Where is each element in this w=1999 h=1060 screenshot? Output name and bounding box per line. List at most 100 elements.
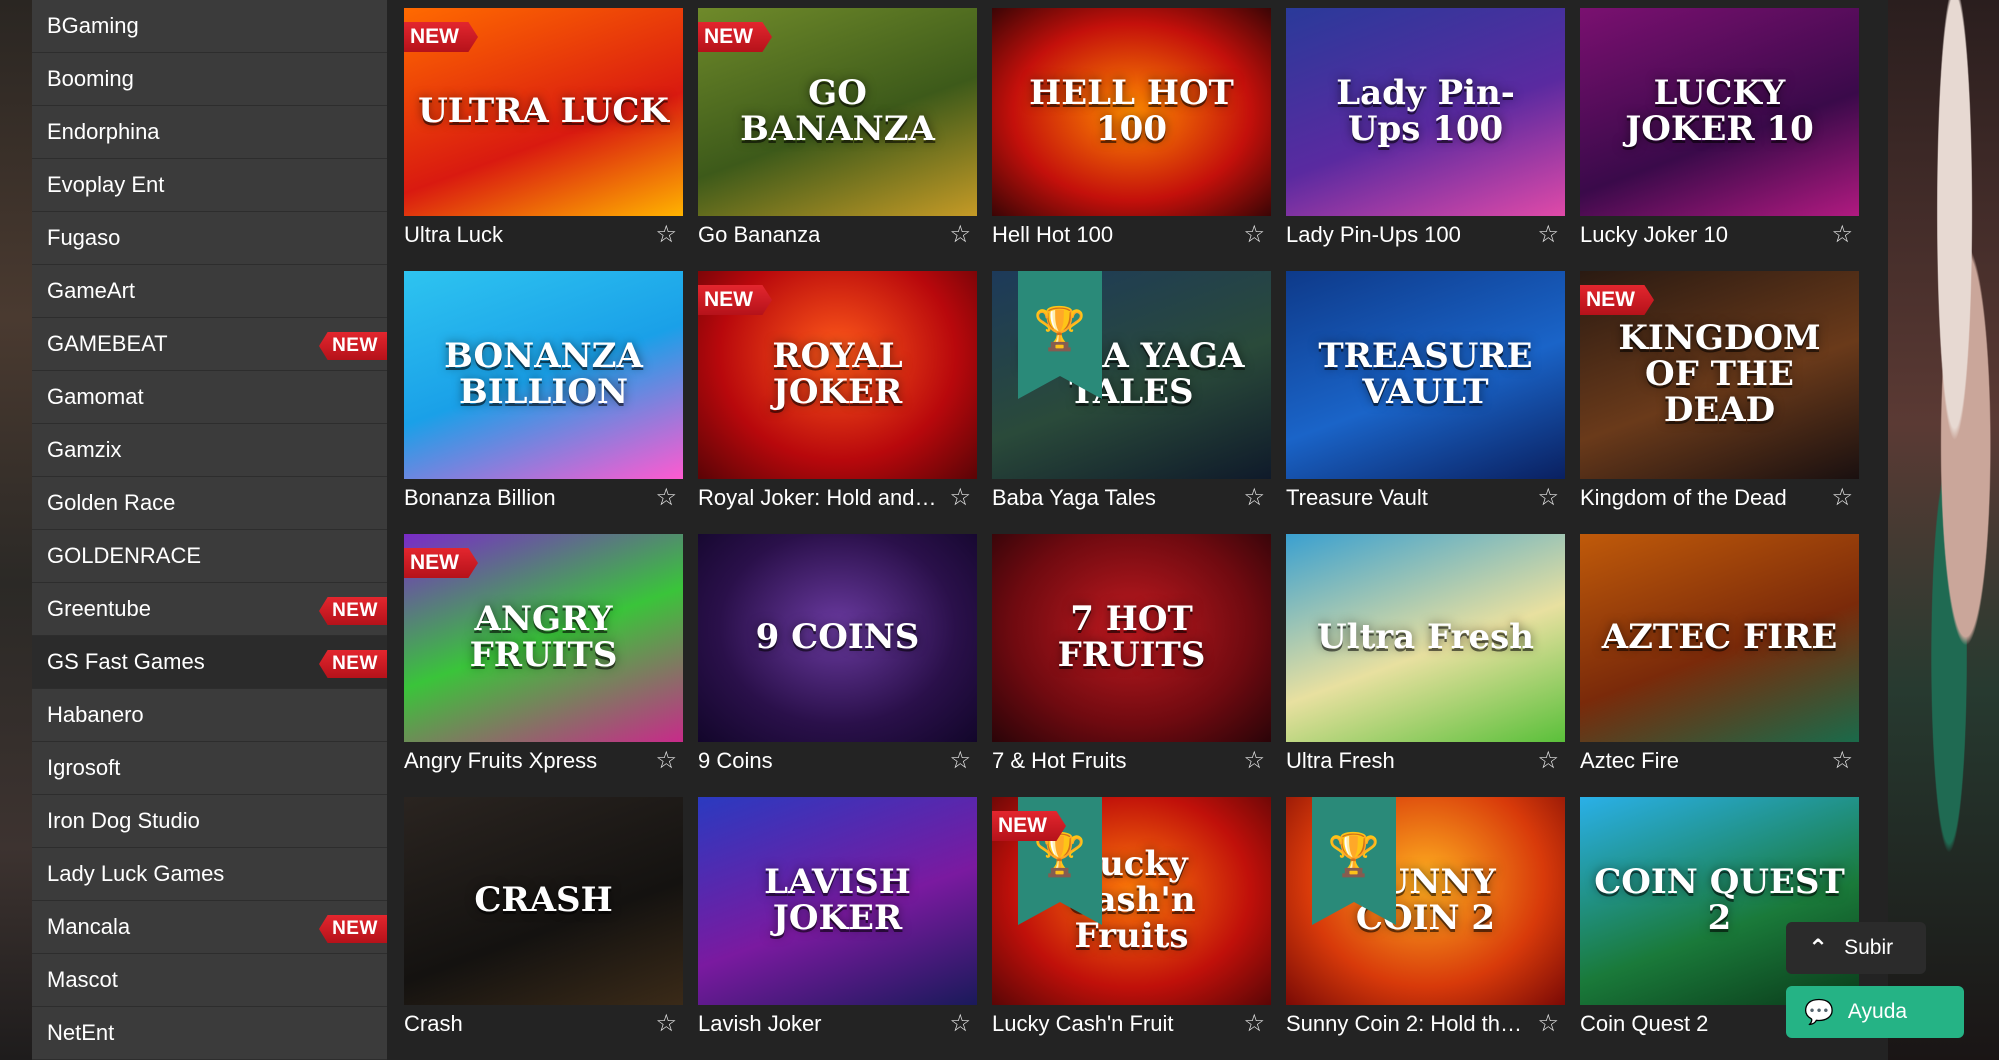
game-thumbnail[interactable]: HELL HOT 100 (992, 8, 1271, 216)
favorite-star-icon[interactable]: ☆ (655, 1009, 677, 1038)
favorite-star-icon[interactable]: ☆ (949, 1009, 971, 1038)
favorite-star-icon[interactable]: ☆ (1537, 220, 1559, 249)
game-card[interactable]: NEW ULTRA LUCK Ultra Luck ☆ (404, 8, 683, 253)
game-thumbnail[interactable]: 🏆 BABA YAGA TALES (992, 271, 1271, 479)
game-thumbnail[interactable]: CRASH (404, 797, 683, 1005)
favorite-star-icon[interactable]: ☆ (1537, 483, 1559, 512)
game-card[interactable]: NEW ANGRY FRUITS Angry Fruits Xpress ☆ (404, 534, 683, 779)
game-card[interactable]: NEW GO BANANZA Go Bananza ☆ (698, 8, 977, 253)
sidebar-item-provider[interactable]: Mascot (32, 954, 387, 1007)
game-thumbnail[interactable]: NEW KINGDOM OF THE DEAD (1580, 271, 1859, 479)
game-card[interactable]: BONANZA BILLION Bonanza Billion ☆ (404, 271, 683, 516)
game-card[interactable]: HELL HOT 100 Hell Hot 100 ☆ (992, 8, 1271, 253)
favorite-star-icon[interactable]: ☆ (655, 483, 677, 512)
help-button[interactable]: 💬 Ayuda (1786, 986, 1964, 1038)
favorite-star-icon[interactable]: ☆ (949, 220, 971, 249)
sidebar-item-provider[interactable]: Habanero (32, 689, 387, 742)
game-title[interactable]: Aztec Fire (1580, 748, 1679, 774)
game-thumbnail[interactable]: 9 COINS (698, 534, 977, 742)
favorite-star-icon[interactable]: ☆ (1243, 220, 1265, 249)
game-title[interactable]: Kingdom of the Dead (1580, 485, 1787, 511)
game-thumbnail[interactable]: LAVISH JOKER (698, 797, 977, 1005)
game-title[interactable]: Coin Quest 2 (1580, 1011, 1708, 1037)
sidebar-item-provider[interactable]: GAMEBEAT NEW (32, 318, 387, 371)
favorite-star-icon[interactable]: ☆ (1243, 483, 1265, 512)
game-title[interactable]: Lady Pin-Ups 100 (1286, 222, 1461, 248)
game-thumbnail[interactable]: Lady Pin-Ups 100 (1286, 8, 1565, 216)
game-title[interactable]: Angry Fruits Xpress (404, 748, 597, 774)
game-title[interactable]: Lucky Joker 10 (1580, 222, 1728, 248)
game-thumbnail[interactable]: 7 HOT FRUITS (992, 534, 1271, 742)
sidebar-item-provider[interactable]: NetEnt (32, 1007, 387, 1060)
game-card[interactable]: 7 HOT FRUITS 7 & Hot Fruits ☆ (992, 534, 1271, 779)
game-title[interactable]: Crash (404, 1011, 463, 1037)
game-thumbnail[interactable]: BONANZA BILLION (404, 271, 683, 479)
game-title[interactable]: 9 Coins (698, 748, 773, 774)
game-thumbnail[interactable]: NEW ROYAL JOKER (698, 271, 977, 479)
sidebar-item-provider[interactable]: GS Fast Games NEW (32, 636, 387, 689)
sidebar-item-provider[interactable]: GOLDENRACE (32, 530, 387, 583)
favorite-star-icon[interactable]: ☆ (1831, 746, 1853, 775)
game-title[interactable]: Sunny Coin 2: Hold the... (1286, 1011, 1526, 1037)
scroll-top-button[interactable]: ⌃ Subir (1786, 922, 1926, 974)
sidebar-item-provider[interactable]: Gamzix (32, 424, 387, 477)
game-card[interactable]: NEW 🏆 Lucky Cash'n Fruits Lucky Cash'n Frui… (992, 797, 1271, 1042)
game-thumbnail[interactable]: TREASURE VAULT (1286, 271, 1565, 479)
sidebar-item-provider[interactable]: GameArt (32, 265, 387, 318)
favorite-star-icon[interactable]: ☆ (1831, 220, 1853, 249)
sidebar-item-provider[interactable]: Evoplay Ent (32, 159, 387, 212)
new-badge: NEW (404, 548, 478, 578)
favorite-star-icon[interactable]: ☆ (1243, 746, 1265, 775)
favorite-star-icon[interactable]: ☆ (1831, 483, 1853, 512)
sidebar-item-provider[interactable]: Mancala NEW (32, 901, 387, 954)
game-title[interactable]: Go Bananza (698, 222, 820, 248)
game-thumbnail[interactable]: Ultra Fresh (1286, 534, 1565, 742)
game-card[interactable]: CRASH Crash ☆ (404, 797, 683, 1042)
game-title[interactable]: 7 & Hot Fruits (992, 748, 1126, 774)
game-card[interactable]: LUCKY JOKER 10 Lucky Joker 10 ☆ (1580, 8, 1859, 253)
favorite-star-icon[interactable]: ☆ (949, 746, 971, 775)
game-thumbnail[interactable]: NEW ULTRA LUCK (404, 8, 683, 216)
game-card[interactable]: 🏆 BABA YAGA TALES Baba Yaga Tales ☆ (992, 271, 1271, 516)
game-card[interactable]: NEW KINGDOM OF THE DEAD Kingdom of the Dea… (1580, 271, 1859, 516)
game-title[interactable]: Baba Yaga Tales (992, 485, 1156, 511)
sidebar-item-provider[interactable]: Booming (32, 53, 387, 106)
game-thumbnail[interactable]: NEW 🏆 Lucky Cash'n Fruits (992, 797, 1271, 1005)
sidebar-item-provider[interactable]: Endorphina (32, 106, 387, 159)
favorite-star-icon[interactable]: ☆ (1243, 1009, 1265, 1038)
game-title[interactable]: Royal Joker: Hold and ... (698, 485, 938, 511)
game-title[interactable]: Treasure Vault (1286, 485, 1428, 511)
sidebar-item-provider[interactable]: Lady Luck Games (32, 848, 387, 901)
sidebar-item-provider[interactable]: Greentube NEW (32, 583, 387, 636)
game-title[interactable]: Lavish Joker (698, 1011, 822, 1037)
game-title[interactable]: Ultra Luck (404, 222, 503, 248)
game-title[interactable]: Hell Hot 100 (992, 222, 1113, 248)
favorite-star-icon[interactable]: ☆ (655, 746, 677, 775)
game-title[interactable]: Ultra Fresh (1286, 748, 1395, 774)
game-card[interactable]: TREASURE VAULT Treasure Vault ☆ (1286, 271, 1565, 516)
game-card[interactable]: 🏆 SUNNY COIN 2 Sunny Coin 2: Hold the... ☆ (1286, 797, 1565, 1042)
game-card[interactable]: LAVISH JOKER Lavish Joker ☆ (698, 797, 977, 1042)
sidebar-item-provider[interactable]: Gamomat (32, 371, 387, 424)
game-thumbnail[interactable]: NEW GO BANANZA (698, 8, 977, 216)
favorite-star-icon[interactable]: ☆ (1537, 746, 1559, 775)
game-thumbnail[interactable]: NEW ANGRY FRUITS (404, 534, 683, 742)
sidebar-item-provider[interactable]: Fugaso (32, 212, 387, 265)
favorite-star-icon[interactable]: ☆ (1537, 1009, 1559, 1038)
favorite-star-icon[interactable]: ☆ (949, 483, 971, 512)
game-card[interactable]: 9 COINS 9 Coins ☆ (698, 534, 977, 779)
game-card[interactable]: NEW ROYAL JOKER Royal Joker: Hold and ... ☆ (698, 271, 977, 516)
game-card[interactable]: AZTEC FIRE Aztec Fire ☆ (1580, 534, 1859, 779)
game-card[interactable]: Ultra Fresh Ultra Fresh ☆ (1286, 534, 1565, 779)
sidebar-item-provider[interactable]: Iron Dog Studio (32, 795, 387, 848)
game-card[interactable]: Lady Pin-Ups 100 Lady Pin-Ups 100 ☆ (1286, 8, 1565, 253)
sidebar-item-provider[interactable]: Igrosoft (32, 742, 387, 795)
game-thumbnail[interactable]: LUCKY JOKER 10 (1580, 8, 1859, 216)
game-thumbnail[interactable]: 🏆 SUNNY COIN 2 (1286, 797, 1565, 1005)
sidebar-item-provider[interactable]: BGaming (32, 0, 387, 53)
favorite-star-icon[interactable]: ☆ (655, 220, 677, 249)
game-thumbnail[interactable]: AZTEC FIRE (1580, 534, 1859, 742)
game-title[interactable]: Lucky Cash'n Fruit (992, 1011, 1174, 1037)
game-title[interactable]: Bonanza Billion (404, 485, 556, 511)
sidebar-item-provider[interactable]: Golden Race (32, 477, 387, 530)
